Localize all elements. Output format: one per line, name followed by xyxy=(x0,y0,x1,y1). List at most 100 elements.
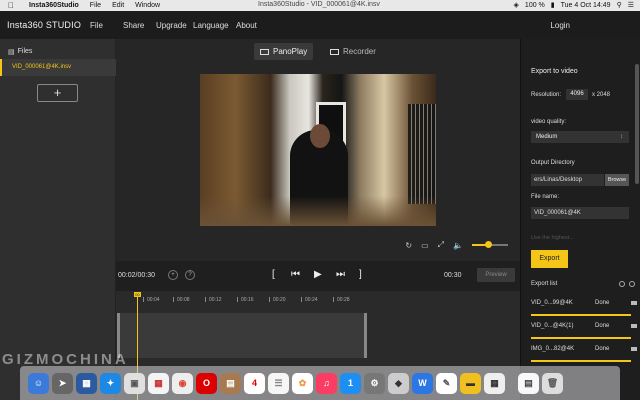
view-controls: ↻ ▭ ⤢ 🔈 xyxy=(405,240,508,250)
system-preferences-icon[interactable]: ⚙ xyxy=(364,372,385,394)
calendar-icon[interactable]: 4 xyxy=(244,372,265,394)
menu-window[interactable]: Window xyxy=(135,2,160,9)
battery-icon[interactable]: ▮ xyxy=(551,1,555,9)
app-header: Insta360 STUDIO File Share Upgrade Langu… xyxy=(0,11,640,39)
export-item-name: IMG_0...82@4K xyxy=(531,346,575,352)
trim-start-icon[interactable]: [ xyxy=(272,269,275,280)
document-icon[interactable]: ▤ xyxy=(518,372,539,394)
music-icon[interactable]: ♫ xyxy=(316,372,337,394)
sticky-notes-icon[interactable]: ▬ xyxy=(460,372,481,394)
files-sidebar: ▤ Files VID_000061@4K.insv + xyxy=(0,39,116,400)
app-store-icon[interactable]: 1 xyxy=(340,372,361,394)
tick-label: 00:08 xyxy=(173,297,190,303)
export-list-item[interactable]: VID_0...99@4K Done xyxy=(531,294,637,316)
export-list-item[interactable]: VID_0...@4K(1) Done xyxy=(531,317,637,339)
header-menu-language[interactable]: Language xyxy=(193,21,229,30)
finder-icon[interactable]: ☺ xyxy=(28,372,49,394)
utility-icon[interactable]: ◆ xyxy=(388,372,409,394)
textedit-icon[interactable]: ✎ xyxy=(436,372,457,394)
contacts-icon[interactable]: ▤ xyxy=(220,372,241,394)
app-window:  Insta360Studio File Edit Window Insta3… xyxy=(0,0,640,400)
export-button[interactable]: Export xyxy=(531,250,568,268)
menu-list-icon[interactable]: ☰ xyxy=(628,1,634,9)
resolution-width-input[interactable]: 4096 xyxy=(566,89,588,100)
apple-icon[interactable]:  xyxy=(8,1,18,10)
tab-panoplay[interactable]: PanoPlay xyxy=(254,43,314,60)
dock-separator xyxy=(511,371,512,395)
tick-label: 00:28 xyxy=(333,297,350,303)
add-keyframe-icon[interactable]: + xyxy=(168,270,178,280)
fullscreen-icon[interactable]: ⤢ xyxy=(438,240,444,250)
trim-end-icon[interactable]: ] xyxy=(359,269,362,280)
faded-option: Use the highest... xyxy=(531,235,574,241)
preview-app-icon[interactable]: ▣ xyxy=(124,372,145,394)
header-menu-share[interactable]: Share xyxy=(123,21,144,30)
header-menu-file[interactable]: File xyxy=(90,21,103,30)
quality-value: Medium xyxy=(536,134,558,140)
preview-button[interactable]: Preview xyxy=(477,268,515,282)
resolution-height: x 2048 xyxy=(592,92,611,98)
folder-icon[interactable] xyxy=(631,324,637,328)
reset-view-icon[interactable]: ↻ xyxy=(405,241,412,250)
mission-control-icon[interactable]: ▦ xyxy=(76,372,97,394)
help-icon[interactable]: ? xyxy=(185,270,195,280)
search-icon[interactable]: ⚲ xyxy=(617,1,622,9)
list-option-icon[interactable] xyxy=(619,281,625,287)
watermark: GIZMOCHINA xyxy=(2,351,129,368)
tab-recorder-label: Recorder xyxy=(343,47,376,56)
quality-select[interactable]: Medium ↕ xyxy=(531,131,629,143)
word-icon[interactable]: W xyxy=(412,372,433,394)
output-dir-input[interactable]: ers/Linas/Desktop xyxy=(531,174,604,186)
export-list-item[interactable]: IMG_0...82@4K Done xyxy=(531,340,637,362)
macos-dock: ☺ ➤ ▦ ✦ ▣ ▦ ◉ O ▤ 4 ☰ ✿ ♫ 1 ⚙ ◆ W ✎ ▬ ▦ … xyxy=(20,366,620,400)
volume-icon[interactable]: 🔈 xyxy=(453,241,463,250)
menu-app-name[interactable]: Insta360Studio xyxy=(29,2,79,9)
status-area: ◈ 100 % ▮ Tue 4 Oct 14:49 ⚲ ☰ xyxy=(514,1,634,10)
wifi-icon[interactable]: ◈ xyxy=(514,1,519,9)
calculator-icon[interactable]: ▦ xyxy=(484,372,505,394)
browse-button[interactable]: Browse xyxy=(605,174,629,186)
list-clear-icon[interactable] xyxy=(629,281,635,287)
menu-edit[interactable]: Edit xyxy=(112,2,124,9)
step-back-icon[interactable]: ⏮ xyxy=(291,269,300,280)
video-preview[interactable] xyxy=(200,74,436,226)
main-center: PanoPlay Recorder ↻ ▭ ⤢ 🔈 00:02/00:30 + … xyxy=(116,39,520,400)
video-coat xyxy=(408,104,436,204)
clock[interactable]: Tue 4 Oct 14:49 xyxy=(561,2,611,9)
add-file-button[interactable]: + xyxy=(37,84,78,102)
chrome-icon[interactable]: ◉ xyxy=(172,372,193,394)
app-logo: Insta360 STUDIO xyxy=(7,20,82,30)
step-forward-icon[interactable]: ⏭ xyxy=(336,269,345,280)
file-name-input[interactable]: VID_000061@4K xyxy=(531,207,629,219)
play-icon[interactable]: ▶ xyxy=(314,269,322,280)
panoplay-icon xyxy=(260,48,269,55)
volume-knob[interactable] xyxy=(485,241,493,248)
screen-icon[interactable]: ▭ xyxy=(421,241,429,250)
login-link[interactable]: Login xyxy=(550,21,570,30)
trash-icon[interactable]: 🗑 xyxy=(542,372,563,394)
current-time: 00:02/00:30 xyxy=(118,272,155,279)
photos-grid-icon[interactable]: ▦ xyxy=(148,372,169,394)
files-label: Files xyxy=(17,48,33,55)
header-menu-upgrade[interactable]: Upgrade xyxy=(156,21,187,30)
file-list-item[interactable]: VID_000061@4K.insv xyxy=(0,59,116,76)
playback-bar: 00:02/00:30 + ? [ ⏮ ▶ ⏭ ] 00:30 Preview xyxy=(116,261,520,291)
opera-icon[interactable]: O xyxy=(196,372,217,394)
mode-tabs: PanoPlay Recorder xyxy=(116,41,520,61)
export-item-status: Done xyxy=(595,346,610,352)
video-track[interactable] xyxy=(117,313,367,358)
folder-icon[interactable] xyxy=(631,301,637,305)
header-menu-about[interactable]: About xyxy=(236,21,257,30)
safari-icon[interactable]: ✦ xyxy=(100,372,121,394)
notes-icon[interactable]: ☰ xyxy=(268,372,289,394)
launchpad-icon[interactable]: ➤ xyxy=(52,372,73,394)
tick-label: 00:24 xyxy=(301,297,318,303)
panel-scrollbar[interactable] xyxy=(635,64,639,184)
battery-text: 100 % xyxy=(524,1,545,9)
volume-slider[interactable] xyxy=(472,241,508,248)
macos-menubar:  Insta360Studio File Edit Window Insta3… xyxy=(0,0,640,11)
tab-recorder[interactable]: Recorder xyxy=(324,43,382,60)
menu-file[interactable]: File xyxy=(90,2,101,9)
folder-icon[interactable] xyxy=(631,347,637,351)
photos-icon[interactable]: ✿ xyxy=(292,372,313,394)
